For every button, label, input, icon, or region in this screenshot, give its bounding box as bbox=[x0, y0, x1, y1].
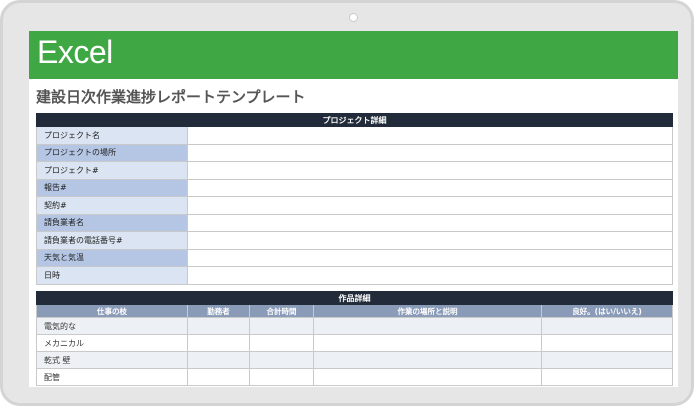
page-title: 建設日次作業進捗レポートテンプレート bbox=[36, 88, 306, 106]
good-cell[interactable] bbox=[541, 368, 673, 386]
screen: Excel 建設日次作業進捗レポートテンプレート プロジェクト詳細 プロジェクト… bbox=[29, 31, 678, 387]
excel-banner: Excel bbox=[29, 31, 678, 79]
work-section-header: 作品詳細 bbox=[36, 291, 673, 305]
project-detail-value-cell[interactable] bbox=[187, 231, 673, 250]
project-detail-value-cell[interactable] bbox=[187, 248, 673, 267]
project-detail-label: プロジェクト# bbox=[36, 161, 188, 180]
banner-title: Excel bbox=[37, 34, 113, 70]
project-details-table: プロジェクト詳細 プロジェクト名 プロジェクトの場所 プロジェクト# 報告# 契約# 請負… bbox=[36, 113, 673, 285]
work-details-table: 作品詳細 仕事の枝 勤務者 合計時間 作業の場所と説明 良好。(はい/いいえ) … bbox=[36, 291, 673, 386]
project-detail-label: 請負業者の電話番号# bbox=[36, 231, 188, 250]
project-detail-label: 天気と気温 bbox=[36, 248, 188, 267]
project-detail-row: 日時 bbox=[36, 266, 673, 285]
trade-cell[interactable]: 配管 bbox=[36, 368, 188, 386]
trade-cell[interactable]: 電気的な bbox=[36, 317, 188, 335]
location-description-cell[interactable] bbox=[313, 317, 542, 335]
column-header-location-description: 作業の場所と説明 bbox=[313, 304, 542, 318]
project-detail-row: プロジェクト# bbox=[36, 161, 673, 180]
project-detail-label: プロジェクト名 bbox=[36, 126, 188, 145]
project-detail-value-cell[interactable] bbox=[187, 266, 673, 285]
project-detail-value-cell[interactable] bbox=[187, 126, 673, 145]
camera-icon bbox=[349, 13, 358, 22]
workers-cell[interactable] bbox=[187, 334, 250, 352]
project-section-header: プロジェクト詳細 bbox=[36, 113, 673, 127]
project-detail-label: 請負業者名 bbox=[36, 213, 188, 232]
project-detail-row: 請負業者名 bbox=[36, 213, 673, 232]
project-detail-label: 日時 bbox=[36, 266, 188, 285]
good-cell[interactable] bbox=[541, 317, 673, 335]
workers-cell[interactable] bbox=[187, 368, 250, 386]
column-header-workers: 勤務者 bbox=[187, 304, 250, 318]
project-detail-label: プロジェクトの場所 bbox=[36, 143, 188, 162]
location-description-cell[interactable] bbox=[313, 351, 542, 369]
project-detail-value-cell[interactable] bbox=[187, 161, 673, 180]
project-detail-row: 請負業者の電話番号# bbox=[36, 231, 673, 250]
good-cell[interactable] bbox=[541, 334, 673, 352]
good-cell[interactable] bbox=[541, 351, 673, 369]
workers-cell[interactable] bbox=[187, 317, 250, 335]
trade-cell[interactable]: 乾式 壁 bbox=[36, 351, 188, 369]
project-detail-row: 契約# bbox=[36, 196, 673, 215]
project-detail-value-cell[interactable] bbox=[187, 143, 673, 162]
total-hours-cell[interactable] bbox=[249, 351, 314, 369]
total-hours-cell[interactable] bbox=[249, 334, 314, 352]
project-detail-row: 天気と気温 bbox=[36, 248, 673, 267]
project-detail-label: 契約# bbox=[36, 196, 188, 215]
column-header-good: 良好。(はい/いいえ) bbox=[541, 304, 673, 318]
project-detail-row: プロジェクト名 bbox=[36, 126, 673, 145]
project-detail-row: 報告# bbox=[36, 178, 673, 197]
project-detail-row: プロジェクトの場所 bbox=[36, 143, 673, 162]
table-row: 乾式 壁 bbox=[36, 351, 673, 369]
monitor-frame: Excel 建設日次作業進捗レポートテンプレート プロジェクト詳細 プロジェクト… bbox=[0, 0, 694, 406]
table-row: 配管 bbox=[36, 368, 673, 386]
trade-cell[interactable]: メカニカル bbox=[36, 334, 188, 352]
column-header-total-hours: 合計時間 bbox=[249, 304, 314, 318]
project-detail-value-cell[interactable] bbox=[187, 213, 673, 232]
location-description-cell[interactable] bbox=[313, 368, 542, 386]
total-hours-cell[interactable] bbox=[249, 317, 314, 335]
table-row: 電気的な bbox=[36, 317, 673, 335]
project-detail-value-cell[interactable] bbox=[187, 196, 673, 215]
project-detail-label: 報告# bbox=[36, 178, 188, 197]
workers-cell[interactable] bbox=[187, 351, 250, 369]
table-row: メカニカル bbox=[36, 334, 673, 352]
location-description-cell[interactable] bbox=[313, 334, 542, 352]
column-header-trade: 仕事の枝 bbox=[36, 304, 188, 318]
total-hours-cell[interactable] bbox=[249, 368, 314, 386]
project-detail-value-cell[interactable] bbox=[187, 178, 673, 197]
